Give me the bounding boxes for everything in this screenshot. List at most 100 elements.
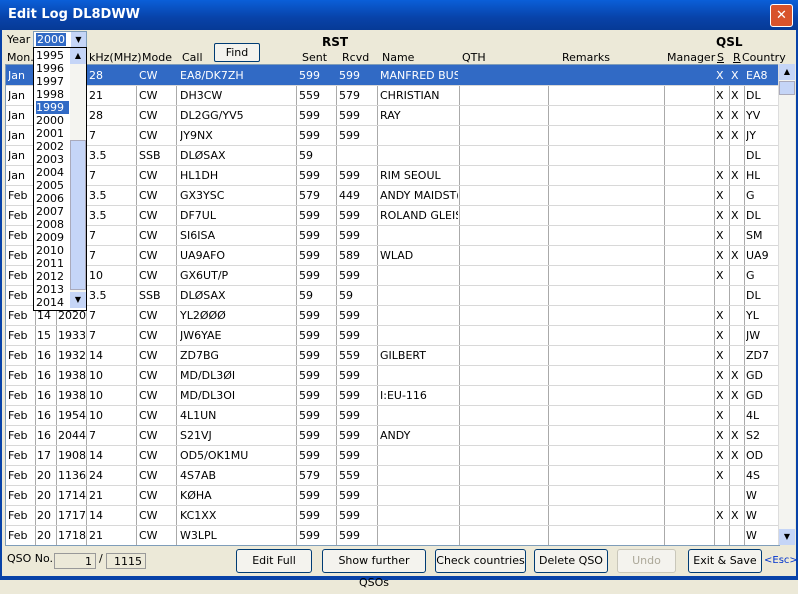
year-option[interactable]: 2013 xyxy=(36,283,64,296)
cell-mode[interactable]: CW xyxy=(139,209,158,222)
cell-sent[interactable]: 579 xyxy=(299,469,320,482)
year-option[interactable]: 2009 xyxy=(36,231,64,244)
cell-mon[interactable]: Feb xyxy=(8,389,27,402)
cell-country[interactable]: SM xyxy=(746,229,762,242)
cell-day[interactable]: 15 xyxy=(37,329,51,342)
cell-mode[interactable]: CW xyxy=(139,409,158,422)
cell-country[interactable]: YV xyxy=(746,109,760,122)
year-dropdown-list[interactable]: ▲ ▼ 1995 1996 1997 1998 1999 2000 2001 2002 2003… xyxy=(33,47,87,311)
scroll-up-icon[interactable]: ▲ xyxy=(779,64,795,80)
cell-rcvd[interactable]: 559 xyxy=(339,469,360,482)
cell-rcvd[interactable]: 449 xyxy=(339,189,360,202)
cell-name[interactable]: ANDY MAIDST( xyxy=(380,189,458,202)
year-option[interactable]: 2004 xyxy=(36,166,64,179)
cell-s[interactable]: X xyxy=(716,229,724,242)
cell-mode[interactable]: SSB xyxy=(139,289,161,302)
cell-sent[interactable]: 599 xyxy=(299,389,320,402)
cell-call[interactable]: DL2GG/YV5 xyxy=(180,109,244,122)
show-further-button[interactable]: Show further QSOs xyxy=(322,549,426,589)
cell-call[interactable]: 4L1UN xyxy=(180,409,216,422)
cell-mon[interactable]: Jan xyxy=(8,109,25,122)
cell-day[interactable]: 16 xyxy=(37,369,51,382)
cell-freq[interactable]: 7 xyxy=(89,229,96,242)
table-row[interactable]: Feb 20 1717 14 CW KC1XX 599 599 X X W xyxy=(6,505,779,526)
cell-mode[interactable]: CW xyxy=(139,489,158,502)
cell-freq[interactable]: 14 xyxy=(89,449,103,462)
cell-mon[interactable]: Feb xyxy=(8,449,27,462)
cell-freq[interactable]: 14 xyxy=(89,349,103,362)
cell-call[interactable]: ZD7BG xyxy=(180,349,219,362)
cell-mode[interactable]: CW xyxy=(139,69,158,82)
cell-country[interactable]: W xyxy=(746,489,757,502)
cell-name[interactable]: GILBERT xyxy=(380,349,458,362)
cell-mode[interactable]: CW xyxy=(139,109,158,122)
table-row[interactable]: Jan 7 CW JY9NX 599 599 X X JY xyxy=(6,125,779,146)
cell-name[interactable]: RAY xyxy=(380,109,458,122)
cell-r[interactable]: X xyxy=(731,89,739,102)
year-option[interactable]: 2008 xyxy=(36,218,64,231)
table-row[interactable]: Feb 3.5 CW DF7UL 599 599 ROLAND GLEIS X X DL xyxy=(6,205,779,226)
year-option[interactable]: 2006 xyxy=(36,192,64,205)
cell-mode[interactable]: SSB xyxy=(139,149,161,162)
cell-call[interactable]: DLØSAX xyxy=(180,289,226,302)
cell-day[interactable]: 17 xyxy=(37,449,51,462)
cell-country[interactable]: ZD7 xyxy=(746,349,769,362)
cell-country[interactable]: EA8 xyxy=(746,69,767,82)
cell-s[interactable]: X xyxy=(716,269,724,282)
year-option[interactable]: 1995 xyxy=(36,49,64,62)
cell-sent[interactable]: 599 xyxy=(299,249,320,262)
cell-sent[interactable]: 599 xyxy=(299,429,320,442)
cell-sent[interactable]: 599 xyxy=(299,449,320,462)
table-row[interactable]: Jan 21 CW DH3CW 559 579 CHRISTIAN X X DL xyxy=(6,85,779,106)
cell-mon[interactable]: Feb xyxy=(8,429,27,442)
year-option[interactable]: 1996 xyxy=(36,62,64,75)
table-row[interactable]: Feb 10 CW GX6UT/P 599 599 X G xyxy=(6,265,779,286)
cell-s[interactable]: X xyxy=(716,389,724,402)
cell-country[interactable]: S2 xyxy=(746,429,760,442)
cell-rcvd[interactable]: 599 xyxy=(339,209,360,222)
scroll-up-icon[interactable]: ▲ xyxy=(70,48,86,64)
cell-call[interactable]: DF7UL xyxy=(180,209,216,222)
cell-country[interactable]: 4S xyxy=(746,469,760,482)
year-option[interactable]: 2014 xyxy=(36,296,64,309)
cell-name[interactable]: MANFRED BUS xyxy=(380,69,458,82)
cell-mode[interactable]: CW xyxy=(139,89,158,102)
cell-mon[interactable]: Feb xyxy=(8,329,27,342)
year-option[interactable]: 2002 xyxy=(36,140,64,153)
table-row[interactable]: Feb 20 1714 21 CW KØHA 599 599 W xyxy=(6,485,779,506)
scroll-thumb[interactable] xyxy=(70,140,86,290)
cell-call[interactable]: W3LPL xyxy=(180,529,217,542)
cell-call[interactable]: OD5/OK1MU xyxy=(180,449,248,462)
table-row[interactable]: Jan 28 CW EA8/DK7ZH 599 599 MANFRED BUS X X EA8 xyxy=(6,65,779,86)
cell-s[interactable]: X xyxy=(716,349,724,362)
cell-mon[interactable]: Feb xyxy=(8,309,27,322)
cell-r[interactable]: X xyxy=(731,449,739,462)
cell-mode[interactable]: CW xyxy=(139,469,158,482)
cell-rcvd[interactable]: 559 xyxy=(339,349,360,362)
cell-day[interactable]: 16 xyxy=(37,409,51,422)
cell-time[interactable]: 1136 xyxy=(58,469,86,482)
cell-sent[interactable]: 599 xyxy=(299,109,320,122)
cell-s[interactable]: X xyxy=(716,169,724,182)
cell-freq[interactable]: 7 xyxy=(89,129,96,142)
cell-name[interactable]: I:EU-116 xyxy=(380,389,458,402)
year-option[interactable]: 1998 xyxy=(36,88,64,101)
scroll-thumb[interactable] xyxy=(779,81,795,95)
cell-r[interactable]: X xyxy=(731,429,739,442)
cell-r[interactable]: X xyxy=(731,369,739,382)
scroll-down-icon[interactable]: ▼ xyxy=(70,292,86,308)
cell-sent[interactable]: 599 xyxy=(299,269,320,282)
cell-call[interactable]: HL1DH xyxy=(180,169,218,182)
cell-country[interactable]: HL xyxy=(746,169,760,182)
cell-s[interactable]: X xyxy=(716,369,724,382)
cell-freq[interactable]: 7 xyxy=(89,249,96,262)
cell-r[interactable]: X xyxy=(731,209,739,222)
cell-time[interactable]: 1908 xyxy=(58,449,86,462)
cell-sent[interactable]: 599 xyxy=(299,129,320,142)
cell-freq[interactable]: 3.5 xyxy=(89,209,107,222)
cell-mon[interactable]: Feb xyxy=(8,469,27,482)
cell-sent[interactable]: 599 xyxy=(299,409,320,422)
cell-freq[interactable]: 10 xyxy=(89,389,103,402)
cell-freq[interactable]: 7 xyxy=(89,169,96,182)
cell-mode[interactable]: CW xyxy=(139,429,158,442)
